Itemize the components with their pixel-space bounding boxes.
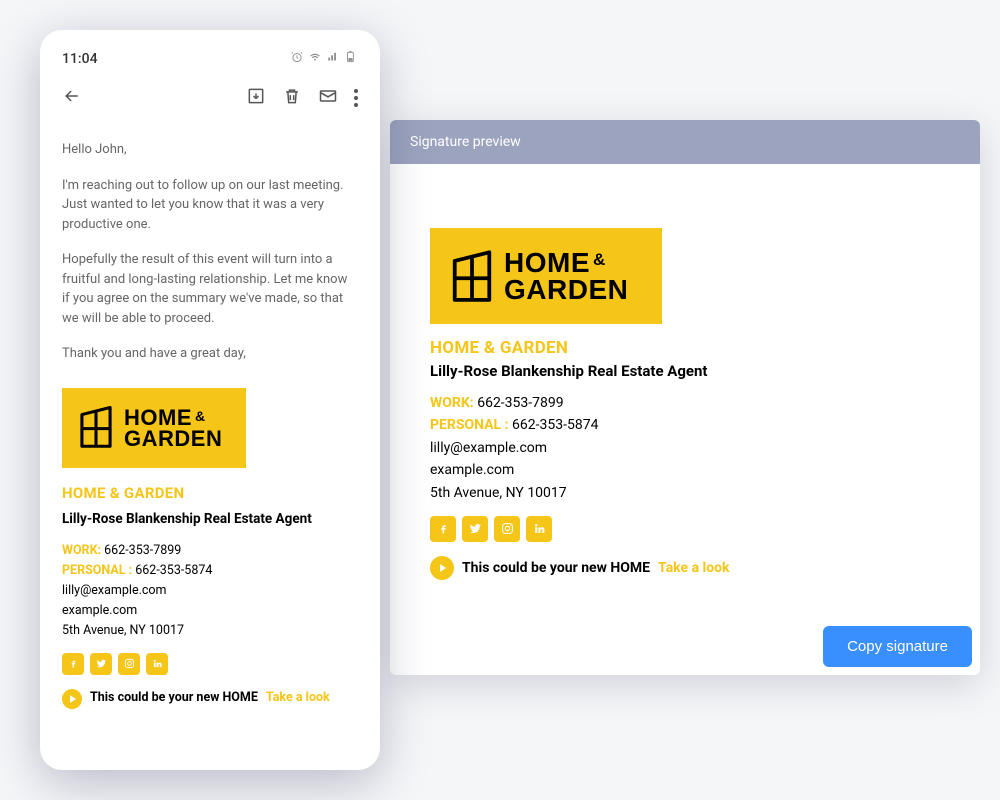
panel-body: HOME& GARDEN HOME & GARDEN Lilly-Rose Bl…: [390, 164, 980, 610]
cta-link[interactable]: Take a look: [658, 560, 729, 576]
signature-preview-panel: Signature preview HOME& GARDEN HOME & GA…: [390, 120, 980, 675]
email-greeting: Hello John,: [62, 140, 358, 160]
email-body: Hello John, I'm reaching out to follow u…: [62, 140, 358, 709]
cta-row: This could be your new HOME Take a look: [430, 556, 940, 580]
linkedin-icon[interactable]: [146, 653, 168, 675]
mail-icon[interactable]: [318, 86, 338, 110]
email-para1: I'm reaching out to follow up on our las…: [62, 176, 358, 235]
work-label: WORK:: [430, 395, 474, 411]
cta-text: This could be your new HOME: [462, 560, 650, 576]
instagram-icon[interactable]: [494, 516, 520, 542]
wifi-icon: [308, 50, 322, 68]
signature-website: example.com: [430, 459, 940, 481]
cta-row: This could be your new HOME Take a look: [62, 689, 358, 709]
signature-email: lilly@example.com: [430, 437, 940, 459]
cta-link[interactable]: Take a look: [266, 689, 330, 708]
twitter-icon[interactable]: [462, 516, 488, 542]
email-para2: Hopefully the result of this event will …: [62, 250, 358, 328]
signature-block-mobile: HOME& GARDEN HOME & GARDEN Lilly-Rose Bl…: [62, 388, 358, 709]
play-icon[interactable]: [430, 556, 454, 580]
personal-label: PERSONAL :: [62, 563, 132, 578]
window-icon: [78, 404, 114, 455]
trash-icon[interactable]: [282, 86, 302, 110]
signature-block: HOME& GARDEN HOME & GARDEN Lilly-Rose Bl…: [430, 228, 940, 580]
signature-name: Lilly-Rose Blankenship Real Estate Agent: [62, 509, 358, 529]
status-bar: 11:04: [62, 50, 358, 68]
work-label: WORK:: [62, 543, 101, 558]
social-row: [62, 653, 358, 675]
signature-name: Lilly-Rose Blankenship Real Estate Agent: [430, 362, 940, 380]
email-para3: Thank you and have a great day,: [62, 344, 358, 364]
work-phone: 662-353-7899: [104, 543, 181, 558]
signature-address: 5th Avenue, NY 10017: [430, 482, 940, 504]
signature-company: HOME & GARDEN: [62, 482, 358, 505]
instagram-icon[interactable]: [118, 653, 140, 675]
social-row: [430, 516, 940, 542]
phone-mockup: 11:04 Hello John, I'm reaching out to fo…: [40, 30, 380, 770]
signature-website: example.com: [62, 601, 358, 621]
panel-header: Signature preview: [390, 120, 980, 164]
linkedin-icon[interactable]: [526, 516, 552, 542]
more-icon[interactable]: [354, 89, 358, 107]
company-logo: HOME& GARDEN: [62, 388, 246, 469]
archive-icon[interactable]: [246, 86, 266, 110]
play-icon[interactable]: [62, 689, 82, 709]
status-time: 11:04: [62, 51, 98, 67]
facebook-icon[interactable]: [62, 653, 84, 675]
alarm-icon: [290, 50, 304, 68]
window-icon: [450, 248, 494, 306]
work-phone: 662-353-7899: [477, 395, 563, 411]
signature-address: 5th Avenue, NY 10017: [62, 621, 358, 641]
copy-signature-button[interactable]: Copy signature: [823, 626, 972, 667]
email-action-bar: [62, 86, 358, 110]
personal-phone: 662-353-5874: [512, 417, 598, 433]
signal-icon: [326, 50, 340, 68]
company-logo: HOME& GARDEN: [430, 228, 662, 324]
back-button[interactable]: [62, 86, 82, 110]
battery-icon: [344, 50, 358, 68]
personal-phone: 662-353-5874: [135, 563, 212, 578]
signature-email: lilly@example.com: [62, 581, 358, 601]
personal-label: PERSONAL :: [430, 417, 509, 433]
facebook-icon[interactable]: [430, 516, 456, 542]
cta-text: This could be your new HOME: [90, 689, 258, 708]
signature-company: HOME & GARDEN: [430, 338, 940, 358]
twitter-icon[interactable]: [90, 653, 112, 675]
